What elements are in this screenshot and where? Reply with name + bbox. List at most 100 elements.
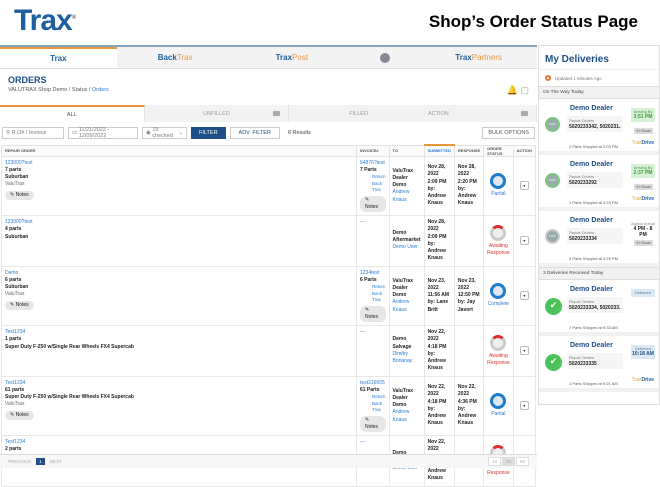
recipient-user[interactable]: Andrew Knaus	[393, 189, 421, 204]
check-icon: ✔	[545, 354, 562, 371]
action-cell: ▾	[512, 375, 537, 437]
parts-count: 61 parts	[5, 386, 25, 393]
repair-order-link[interactable]: Test1234	[5, 329, 353, 336]
app-tab-4[interactable]: Trax Partners	[420, 47, 537, 68]
action-dropdown-button[interactable]: ▾	[519, 401, 529, 411]
parts-count: 7 parts	[5, 166, 22, 173]
recipient-user[interactable]: Dimitry Bonanay	[393, 351, 421, 366]
app-tab-1[interactable]: Back Trax	[116, 47, 234, 68]
app-tab-0[interactable]: Trax	[0, 47, 117, 68]
app-tabs: Trax Back Trax Trax Post Trax Partners	[0, 47, 537, 69]
vehicle: Suburban	[5, 233, 29, 240]
delivery-card[interactable]: ✔ Demo Dealer Repair Orders 5020233334, 50…	[539, 280, 659, 336]
adv-filter-button[interactable]: ADV. FILTER	[229, 127, 280, 139]
location-select[interactable]: ◉ 19 checked ⌄	[142, 127, 187, 139]
status-ring-icon	[490, 393, 507, 410]
tab-all[interactable]: ALL	[0, 105, 145, 122]
notes-button[interactable]: ✎ Notes	[359, 415, 386, 433]
column-header[interactable]: SUBMITTED	[423, 144, 455, 157]
search-input[interactable]: ⚲ R.O# / Invoice	[2, 127, 64, 139]
pagination: PREVIOUS 1 NEXT 10 25 50	[0, 454, 537, 468]
action-dropdown-button[interactable]: ▾	[519, 346, 529, 356]
action-dropdown-button[interactable]: ▾	[519, 291, 529, 301]
to-cell: ValuTrax Dealer Demo Andrew Knaus	[388, 375, 425, 437]
recipient-user[interactable]: Demo User	[393, 244, 421, 251]
to-cell: Demo Salvage Dimitry Bonanay	[388, 325, 425, 377]
recipient-user[interactable]: Andrew Knaus	[393, 409, 421, 424]
bulk-options-button[interactable]: BULK OPTIONS	[482, 127, 535, 139]
delivery-card[interactable]: DPS Demo Dealer Repair Orders 5020233342, …	[539, 99, 659, 155]
invoice-link[interactable]: 1234test	[360, 270, 386, 277]
notes-button[interactable]: ✎ Notes	[359, 195, 386, 213]
dealer-name: Demo Dealer	[570, 217, 613, 224]
status-label: Complete	[487, 301, 510, 308]
tab-unfilled[interactable]: UNFILLED	[144, 105, 290, 122]
page-size-50[interactable]: 50	[515, 457, 529, 466]
tab-filled[interactable]: FILLED ACTION	[289, 105, 538, 122]
dps-avatar-icon: DPS	[545, 229, 560, 244]
table-row: Test1234 61 parts Super Duty F-250 w/Singl…	[1, 375, 537, 437]
next-button[interactable]: NEXT	[50, 459, 62, 464]
tab-action[interactable]: ACTION	[428, 111, 449, 117]
return-back-trax-link[interactable]: Return Back Trax	[372, 394, 386, 414]
status-label: Awaiting Response	[487, 352, 510, 366]
count-badge	[273, 111, 281, 116]
received-section: 3 Deliveries Received Today	[539, 267, 659, 280]
vehicle: Suburban	[5, 174, 29, 180]
previous-button[interactable]: PREVIOUS	[8, 459, 31, 464]
repair-order-cell: 123000?test 7 parts Suburban ValuTrax ✎ Note…	[1, 155, 357, 217]
response-cell	[453, 215, 485, 267]
repair-order-link[interactable]: 123000?test	[5, 219, 353, 226]
page-1[interactable]: 1	[36, 458, 45, 465]
update-status: Updated 1 Minutes Ago	[539, 70, 659, 86]
repair-order-link[interactable]: Test1234	[5, 439, 353, 446]
notes-button[interactable]: ✎ Notes	[5, 410, 34, 420]
repair-order-link[interactable]: Demo	[5, 270, 353, 277]
repair-orders-box: Repair Orders 5020233334, 5020233...	[567, 297, 623, 313]
page-size-10[interactable]: 10	[487, 457, 501, 466]
repair-order-link[interactable]: 123000?test	[5, 160, 353, 167]
recipient: ValuTrax Dealer Demo	[392, 167, 414, 189]
refresh-icon[interactable]	[545, 75, 551, 81]
on-way-section: On The Way Today	[539, 86, 659, 99]
repair-order-link[interactable]: Test1234	[5, 380, 353, 387]
dealer-name: Demo Dealer	[570, 342, 613, 349]
results-count: 6 Results	[287, 130, 311, 136]
status-label: Awaiting Response	[487, 242, 510, 256]
recipient-user[interactable]: Andrew Knaus	[393, 299, 421, 314]
breadcrumb-shop[interactable]: VALUTRAX Shop Demo	[8, 87, 67, 93]
app-tab-3[interactable]	[350, 47, 421, 68]
page-size-25[interactable]: 25	[501, 457, 515, 466]
app-tab-2[interactable]: Trax Post	[233, 47, 351, 68]
date-range-input[interactable]: ▭ 11/21/2022 - 12/09/2022	[68, 127, 138, 139]
order-status-cell: Partial	[483, 155, 514, 217]
action-dropdown-button[interactable]: ▾	[519, 181, 529, 191]
delivery-card[interactable]: DPS Demo Dealer Repair Orders 5020233292 1…	[539, 155, 659, 211]
chat-icon[interactable]: ▢	[520, 85, 529, 95]
invoice-link[interactable]: 64876?test	[360, 160, 386, 167]
dealer-name: Demo Dealer	[570, 286, 613, 293]
repair-orders-box: Repair Orders 5020233335	[567, 353, 623, 369]
status-ring-icon	[490, 283, 507, 300]
order-status-cell: Awaiting Response	[483, 215, 514, 267]
bell-icon[interactable]: 🔔	[507, 85, 518, 95]
action-cell: ▾	[512, 215, 537, 267]
return-back-trax-link[interactable]: Return Back Trax	[372, 174, 386, 194]
notes-button[interactable]: ✎ Notes	[5, 300, 34, 310]
breadcrumb-orders[interactable]: Orders	[92, 87, 109, 93]
repair-orders-box: Repair Orders 5020233334	[567, 228, 623, 244]
delivery-card[interactable]: DPS Demo Dealer Repair Orders 5020233334 3…	[539, 211, 659, 267]
action-dropdown-button[interactable]: ▾	[519, 236, 529, 246]
filter-button[interactable]: FILTER	[191, 127, 226, 139]
notes-button[interactable]: ✎ Notes	[359, 305, 386, 323]
recipient: Demo Salvage	[392, 336, 412, 350]
breadcrumb-status[interactable]: Status	[72, 87, 88, 93]
delivery-card[interactable]: ✔ Demo Dealer Repair Orders 5020233335 1 P…	[539, 336, 659, 392]
invoice-link[interactable]: test316605	[360, 380, 386, 387]
order-status-cell: Complete	[483, 265, 514, 327]
return-back-trax-link[interactable]: Return Back Trax	[372, 284, 386, 304]
table-row: Demo 6 parts Suburban ValuTrax ✎ Notes 1234t…	[1, 265, 537, 327]
table-row: 123000?test 7 parts Suburban ValuTrax ✎ Note…	[1, 155, 537, 217]
page-title: Shop’s Order Status Page	[428, 12, 638, 31]
notes-button[interactable]: ✎ Notes	[5, 190, 34, 200]
